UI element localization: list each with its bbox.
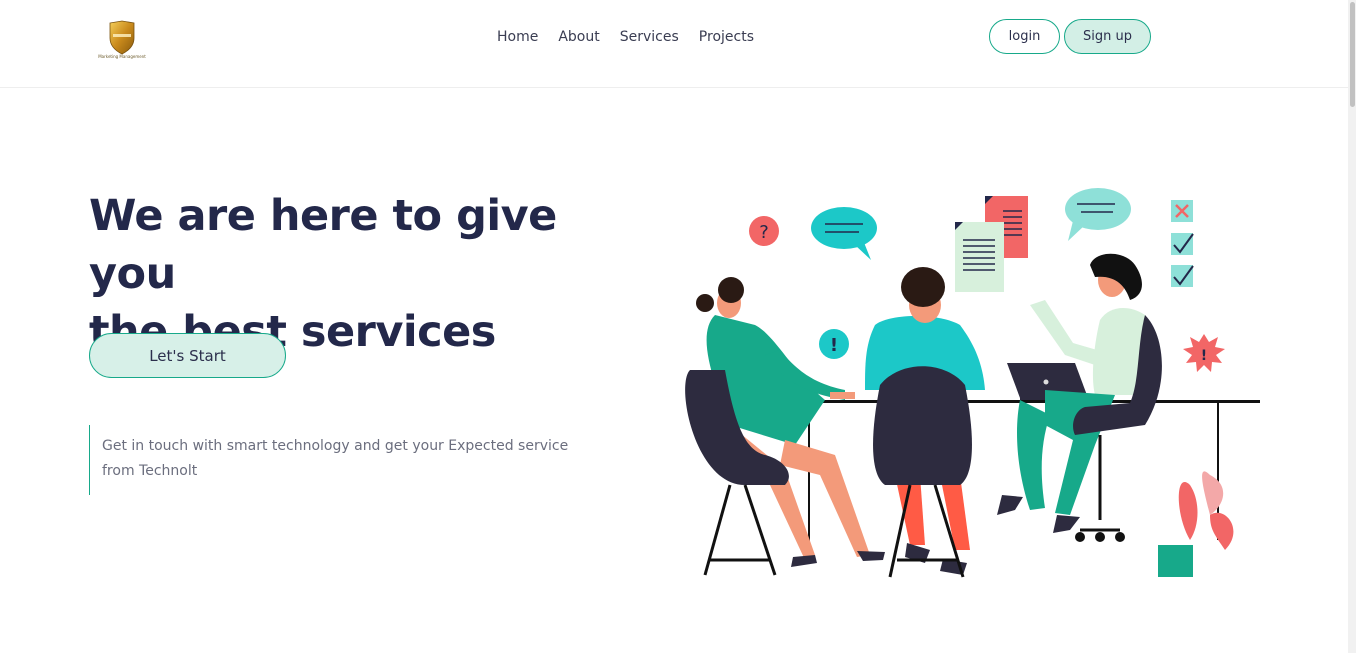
signup-button[interactable]: Sign up <box>1064 19 1151 54</box>
login-button[interactable]: login <box>989 19 1060 54</box>
nav-about[interactable]: About <box>558 27 599 47</box>
hero-description: Get in touch with smart technology and g… <box>89 425 589 495</box>
exclamation-mark: ! <box>830 335 838 356</box>
nav-home[interactable]: Home <box>497 27 538 47</box>
hero-description-text: Get in touch with smart technology and g… <box>102 438 569 479</box>
site-header: Marketing Management Home About Services… <box>0 0 1348 88</box>
scrollbar-thumb[interactable] <box>1350 2 1355 107</box>
exclamation-bubble-icon: ! <box>819 329 849 359</box>
alert-burst-icon: ! <box>1183 334 1225 372</box>
logo-tagline: Marketing Management <box>98 54 146 59</box>
burst-mark: ! <box>1201 348 1207 364</box>
chat-bubble-icon <box>811 207 877 260</box>
brand-logo[interactable]: Marketing Management <box>96 20 148 62</box>
question-bubble-icon: ? <box>749 216 779 246</box>
speech-bubble-icon <box>1065 188 1131 241</box>
nav-services[interactable]: Services <box>620 27 679 47</box>
person-left-icon <box>685 277 885 576</box>
main-nav: Home About Services Projects <box>497 27 754 47</box>
person-middle-icon <box>865 267 985 578</box>
potted-plant-icon <box>1158 471 1234 577</box>
shield-logo-icon <box>109 20 135 55</box>
checklist-icon <box>1171 200 1194 287</box>
team-meeting-illustration: ? ! ! <box>685 185 1265 585</box>
question-mark: ? <box>759 222 769 243</box>
nav-projects[interactable]: Projects <box>699 27 754 47</box>
lets-start-button[interactable]: Let's Start <box>89 333 286 378</box>
hero-title-line1: We are here to give you <box>89 191 557 299</box>
documents-icon <box>955 196 1028 292</box>
